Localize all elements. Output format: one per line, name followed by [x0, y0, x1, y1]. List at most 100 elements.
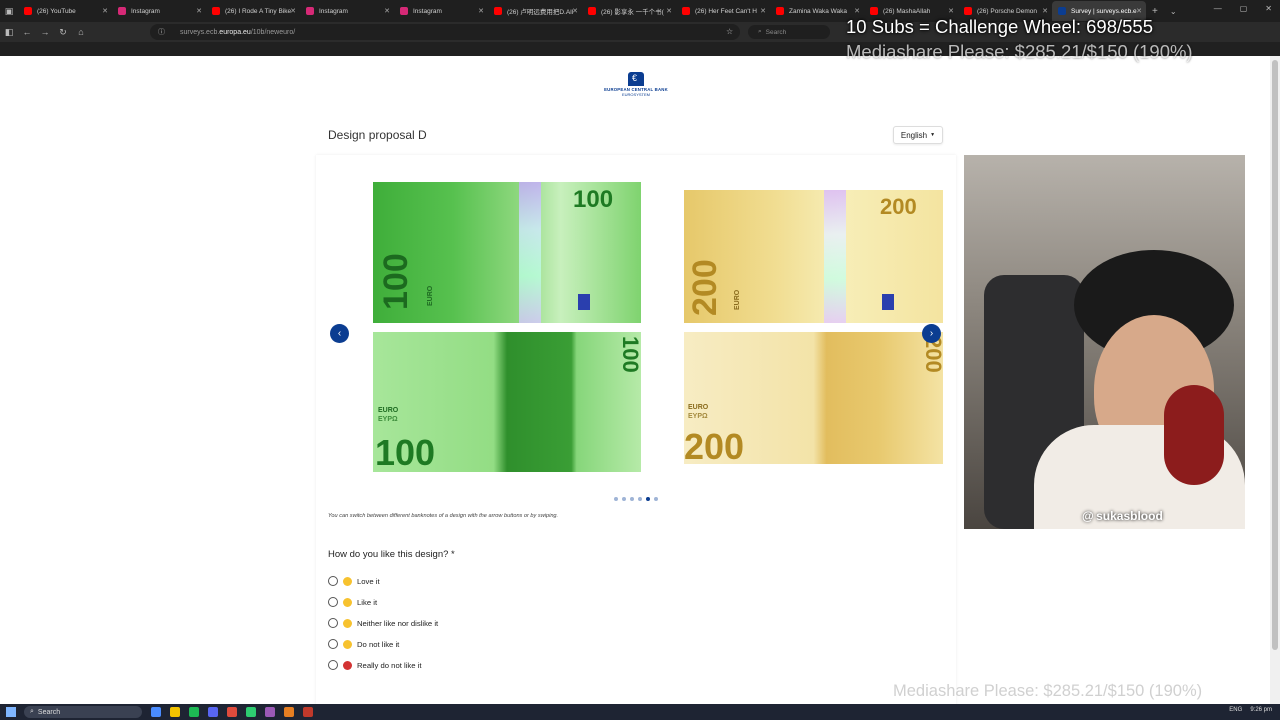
- tab-close-icon[interactable]: ✕: [854, 7, 860, 15]
- subs-challenge-overlay: 10 Subs = Challenge Wheel: 698/555: [846, 16, 1154, 37]
- carousel-indicators: [614, 497, 658, 501]
- hologram-stripe: [824, 190, 846, 323]
- carousel-dot[interactable]: [646, 497, 650, 501]
- windows-start-icon[interactable]: [6, 707, 16, 717]
- chevron-left-icon: ‹: [337, 328, 342, 339]
- answer-option-label: Really do not like it: [357, 660, 422, 670]
- emoji-face-icon: [343, 618, 352, 628]
- tab-close-icon[interactable]: ✕: [666, 7, 672, 15]
- tab-favicon-icon: [400, 7, 408, 15]
- browser-tab[interactable]: (26) 影享永 一千个书(✕: [582, 1, 676, 21]
- tab-favicon-icon: [306, 7, 314, 15]
- home-button[interactable]: ⌂: [72, 27, 90, 37]
- browser-tab[interactable]: Instagram ✕: [394, 1, 488, 21]
- radio-button[interactable]: [328, 597, 338, 607]
- sidebar-toggle-icon[interactable]: ▣: [0, 6, 18, 17]
- site-info-icon[interactable]: ⓘ: [158, 27, 165, 37]
- toolbar-search-box[interactable]: ⌕ Search: [748, 25, 830, 39]
- webcam-handle: @ sukasblood: [1082, 509, 1163, 523]
- carousel-prev-button[interactable]: ‹: [330, 324, 349, 343]
- tab-close-icon[interactable]: ✕: [384, 7, 390, 15]
- language-dropdown[interactable]: English ▼: [893, 126, 943, 144]
- note-euro-label: EURO: [378, 407, 399, 414]
- taskbar-app-icon[interactable]: [227, 707, 237, 717]
- maximize-button[interactable]: ▢: [1240, 4, 1248, 13]
- bookmark-star-icon[interactable]: ☆: [726, 27, 733, 36]
- tab-label: Zamina Waka Waka: [789, 7, 848, 15]
- taskbar-app-icon[interactable]: [303, 707, 313, 717]
- new-tab-button[interactable]: +: [1152, 6, 1158, 17]
- browser-tab[interactable]: (26) I Rode A Tiny Bike F ✕: [206, 1, 300, 21]
- tab-favicon-icon: [776, 7, 784, 15]
- note-euro-greek-label: ΕΥΡΩ: [378, 416, 398, 423]
- tab-close-icon[interactable]: ✕: [478, 7, 484, 15]
- tab-close-icon[interactable]: ✕: [948, 7, 954, 15]
- note-euro-label: EURO: [688, 404, 709, 411]
- tab-favicon-icon: [494, 7, 502, 15]
- browser-tab[interactable]: (26) 卢明远费用把D.All ✕: [488, 1, 582, 21]
- tab-close-icon[interactable]: ✕: [1136, 7, 1142, 15]
- taskbar-app-icon[interactable]: [284, 707, 294, 717]
- back-button[interactable]: ←: [18, 27, 36, 37]
- browser-tab[interactable]: Instagram ✕: [300, 1, 394, 21]
- answer-option[interactable]: Love it: [328, 576, 380, 586]
- sidebar-icon[interactable]: ◧: [0, 27, 18, 38]
- close-window-button[interactable]: ✕: [1265, 4, 1272, 13]
- taskbar-app-icon[interactable]: [189, 707, 199, 717]
- answer-option[interactable]: Do not like it: [328, 639, 399, 649]
- tab-favicon-icon: [964, 7, 972, 15]
- search-icon: ⌕: [758, 28, 762, 35]
- tray-lang[interactable]: ENG: [1229, 707, 1242, 713]
- browser-tab[interactable]: (26) YouTube ✕: [18, 1, 112, 21]
- radio-button[interactable]: [328, 639, 338, 649]
- tab-label: (26) Her Feet Can't H: [695, 7, 757, 15]
- eu-flag-icon: [882, 294, 894, 310]
- tab-label: (26) MashaAllah: [883, 7, 931, 15]
- tab-label: (26) 卢明远费用把D.All: [507, 9, 573, 16]
- carousel-next-button[interactable]: ›: [922, 324, 941, 343]
- tray-clock[interactable]: 9:26 pm: [1250, 707, 1272, 713]
- answer-option[interactable]: Really do not like it: [328, 660, 422, 670]
- reload-button[interactable]: ↻: [54, 27, 72, 38]
- emoji-face-icon: [343, 576, 352, 586]
- tab-close-icon[interactable]: ✕: [1042, 7, 1048, 15]
- carousel-dot[interactable]: [638, 497, 642, 501]
- mediashare-overlay: Mediashare Please: $285.21/$150 (190%): [846, 41, 1193, 62]
- address-bar[interactable]: ⓘ surveys.ecb. europa.eu/10b/neweuro/: [150, 24, 740, 40]
- carousel-dot[interactable]: [614, 497, 618, 501]
- note-value-corner: 100: [618, 336, 641, 373]
- tab-close-icon[interactable]: ✕: [760, 7, 766, 15]
- browser-tab[interactable]: Instagram ✕: [112, 1, 206, 21]
- tab-label: Instagram: [131, 7, 160, 15]
- forward-button[interactable]: →: [36, 27, 54, 37]
- taskbar-app-icon[interactable]: [265, 707, 275, 717]
- taskbar-app-icon[interactable]: [170, 707, 180, 717]
- page-title: Design proposal D: [328, 128, 427, 142]
- radio-button[interactable]: [328, 618, 338, 628]
- radio-button[interactable]: [328, 660, 338, 670]
- taskbar-search[interactable]: ⌕ Search: [24, 706, 142, 718]
- taskbar-app-icon[interactable]: [246, 707, 256, 717]
- tab-close-icon[interactable]: ✕: [290, 7, 296, 15]
- radio-button[interactable]: [328, 576, 338, 586]
- tab-label: (26) YouTube: [37, 7, 76, 15]
- scrollbar-thumb[interactable]: [1272, 60, 1278, 650]
- answer-option[interactable]: Neither like nor dislike it: [328, 618, 438, 628]
- ecb-logo[interactable]: EUROPEAN CENTRAL BANK EUROSYSTEM: [596, 72, 676, 102]
- tab-close-icon[interactable]: ✕: [196, 7, 202, 15]
- answer-option[interactable]: Like it: [328, 597, 377, 607]
- carousel-dot[interactable]: [622, 497, 626, 501]
- taskbar-app-icon[interactable]: [208, 707, 218, 717]
- logo-text-eurosystem: EUROSYSTEM: [621, 92, 650, 97]
- tab-close-icon[interactable]: ✕: [102, 7, 108, 15]
- taskbar-app-icon[interactable]: [151, 707, 161, 717]
- minimize-button[interactable]: —: [1214, 4, 1222, 13]
- carousel-dot[interactable]: [654, 497, 658, 501]
- tab-close-icon[interactable]: ✕: [572, 7, 578, 15]
- carousel-hint: You can switch between different banknot…: [328, 513, 559, 519]
- carousel-dot[interactable]: [630, 497, 634, 501]
- url-host: europa.eu: [219, 28, 251, 36]
- note-value-large: 100: [375, 432, 436, 472]
- tab-list-icon[interactable]: ⌄: [1170, 7, 1177, 16]
- browser-tab[interactable]: (26) Her Feet Can't H ✕: [676, 1, 770, 21]
